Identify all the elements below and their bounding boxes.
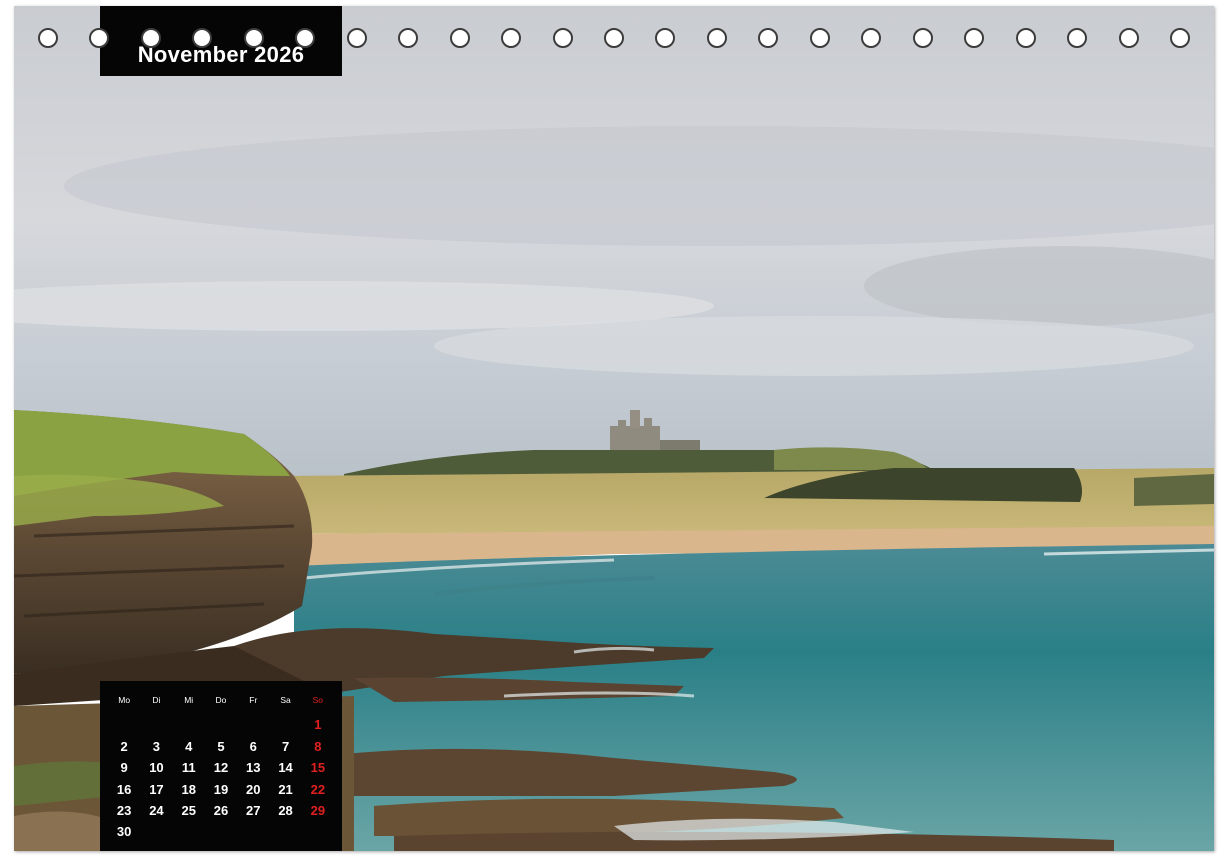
binding-hole-icon (552, 28, 573, 48)
binding-hole-icon (243, 28, 264, 48)
binding-hole-icon (912, 28, 933, 48)
calendar-day: 12 (213, 760, 229, 776)
binding-hole-icon (655, 28, 676, 48)
calendar-day: 16 (116, 781, 132, 797)
calendar-day: 14 (278, 760, 293, 776)
calendar-day: 2 (120, 738, 128, 754)
calendar-day-empty (173, 714, 205, 735)
calendar-day: 26 (213, 802, 229, 818)
binding-rings (0, 28, 1222, 58)
calendar-day: 4 (185, 738, 193, 754)
calendar-day-empty (140, 714, 172, 735)
calendar-day: 29 (310, 802, 326, 818)
calendar-day-empty (173, 821, 205, 842)
calendar-grid: Mo Di Mi Do Fr Sa So 1 2 3 4 5 6 7 8 9 10 11 12 13 14 15 16 17 1… (108, 693, 334, 843)
calendar-day: 27 (246, 802, 261, 818)
calendar-day: 30 (116, 824, 132, 840)
binding-hole-icon (38, 28, 58, 48)
calendar-day-empty (140, 821, 172, 842)
calendar-day: 6 (249, 738, 257, 754)
calendar-day-empty (205, 821, 237, 842)
calendar-day-empty (237, 821, 269, 842)
calendar-day: 28 (278, 802, 293, 818)
calendar-day: 19 (213, 781, 229, 797)
binding-hole-icon (398, 28, 419, 48)
calendar-day: 24 (149, 802, 164, 818)
calendar-day: 23 (116, 802, 132, 818)
calendar-day-empty (302, 821, 334, 842)
weekday-header: Do (215, 695, 227, 705)
binding-hole-icon (192, 28, 213, 48)
binding-hole-icon (501, 28, 522, 48)
binding-hole-icon (140, 28, 161, 48)
calendar-day: 15 (310, 760, 326, 776)
calendar-day: 11 (181, 760, 196, 776)
binding-hole-icon (861, 28, 882, 48)
calendar-day: 21 (278, 781, 293, 797)
calendar-day: 3 (152, 738, 161, 754)
month-calendar-panel: Mo Di Mi Do Fr Sa So 1 2 3 4 5 6 7 8 9 10 11 12 13 14 15 16 17 1… (100, 681, 342, 851)
binding-hole-icon (1015, 28, 1036, 48)
calendar-day: 22 (310, 781, 326, 797)
calendar-day: 13 (246, 760, 261, 776)
weekday-header: Sa (280, 695, 291, 705)
calendar-day: 18 (181, 781, 196, 797)
calendar-day-empty (205, 714, 237, 735)
binding-hole-icon (604, 28, 624, 48)
weekday-header: Mi (184, 695, 194, 705)
calendar-day: 20 (246, 781, 261, 797)
calendar-day: 10 (149, 760, 164, 776)
calendar-page: November 2026 Mo Di Mi Do Fr Sa So 1 2 3 4 5 6 7 8 9 10 1… (0, 0, 1222, 859)
calendar-day: 5 (217, 738, 225, 754)
calendar-day: 7 (281, 738, 290, 754)
calendar-day: 8 (314, 738, 322, 754)
binding-hole-icon (809, 28, 830, 48)
calendar-day-empty (269, 821, 301, 842)
binding-hole-icon (758, 28, 779, 48)
calendar-day: 9 (120, 760, 128, 776)
calendar-day: 25 (181, 802, 196, 818)
weekday-header: Fr (249, 695, 258, 705)
binding-hole-icon (1067, 28, 1088, 48)
calendar-day-empty (237, 714, 269, 735)
binding-hole-icon (964, 28, 985, 48)
binding-hole-icon (89, 28, 110, 48)
binding-hole-icon (346, 28, 367, 48)
calendar-day-empty (108, 714, 140, 735)
calendar-day: 1 (314, 717, 322, 733)
weekday-header: Di (152, 695, 161, 705)
binding-hole-icon (706, 28, 727, 48)
calendar-day: 17 (149, 781, 164, 797)
calendar-day-empty (269, 714, 301, 735)
weekday-header: So (312, 695, 324, 705)
binding-hole-icon (1170, 28, 1190, 48)
weekday-header: Mo (118, 695, 131, 705)
binding-hole-icon (449, 28, 470, 48)
binding-hole-icon (295, 28, 316, 48)
binding-hole-icon (1118, 28, 1139, 48)
